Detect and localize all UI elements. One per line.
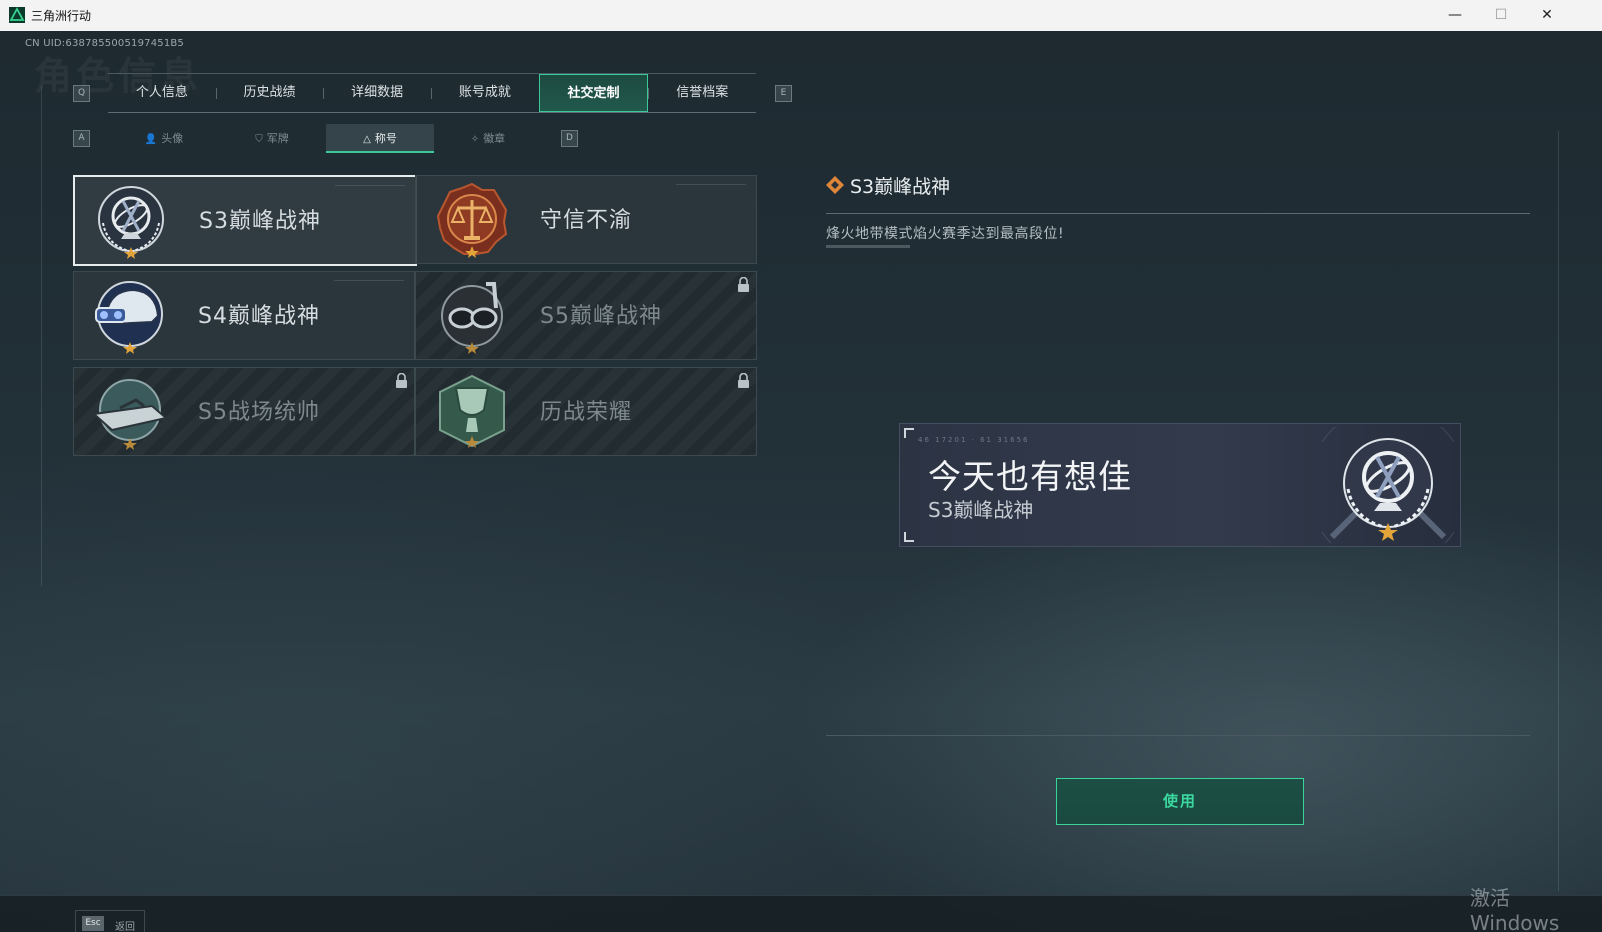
namecard-player-name: 今天也有想佳: [928, 457, 1132, 496]
title-card-s3-peak[interactable]: S3巅峰战神: [73, 175, 417, 266]
key-hint-e[interactable]: E: [775, 85, 792, 102]
armillary-badge-icon: [98, 186, 164, 259]
windows-activation-watermark: 激活 Windows: [1470, 886, 1560, 932]
card-decor: [676, 184, 746, 185]
subtab-dogtag[interactable]: ⛉ 军牌: [218, 124, 326, 153]
title-card-label: 守信不渝: [540, 208, 633, 233]
lock-icon: [738, 277, 749, 292]
card-decor: [334, 280, 404, 281]
minimize-button[interactable]: —: [1432, 0, 1478, 31]
esc-key-hint: Esc: [82, 916, 104, 931]
scales-badge-icon: [436, 182, 508, 258]
namecard-title: S3巅峰战神: [928, 498, 1034, 522]
person-icon: 👤: [144, 134, 158, 145]
tab-social-customization[interactable]: 社交定制: [538, 74, 649, 112]
game-viewport: 角色信息 CN UID:6387855005197451B5 Q 个人信息 历史…: [0, 31, 1602, 932]
sub-tab-bar: 👤 头像 ⛉ 军牌 △ 称号 ✧ 徽章: [110, 124, 542, 153]
tab-personal-info[interactable]: 个人信息: [108, 74, 216, 112]
decor-line: [41, 86, 42, 586]
tab-reputation[interactable]: 信誉档案: [648, 74, 756, 112]
trophy-badge-icon: [439, 374, 505, 448]
lock-icon: [396, 373, 407, 388]
subtab-label: 徽章: [483, 132, 506, 145]
subtab-title[interactable]: △ 称号: [326, 124, 434, 153]
subtab-avatar[interactable]: 👤 头像: [110, 124, 218, 153]
title-card-label: S4巅峰战神: [198, 304, 320, 329]
lock-icon: [738, 373, 749, 388]
main-tab-bar: 个人信息 历史战绩 详细数据 账号成就 社交定制 信誉档案: [108, 73, 756, 113]
back-button[interactable]: Esc 返回: [75, 910, 145, 932]
diving-mask-badge-icon: [441, 282, 503, 354]
tab-achievements[interactable]: 账号成就: [431, 74, 539, 112]
title-card-label: S5巅峰战神: [540, 304, 662, 329]
card-decor: [335, 185, 405, 186]
title-card-s5-commander[interactable]: S5战场统帅: [73, 367, 415, 456]
footer-bar: Esc 返回: [0, 895, 1602, 932]
close-button[interactable]: ✕: [1524, 0, 1570, 31]
title-card-keep-faith[interactable]: 守信不渝: [415, 175, 757, 264]
namecard-preview: 46 17201 · 61 31656 今天也有想佳 S3巅峰战神: [899, 423, 1461, 547]
decor-bar: [826, 245, 910, 248]
decor-line: [1558, 131, 1559, 891]
subtab-label: 头像: [161, 132, 184, 145]
divider: [826, 735, 1530, 736]
maximize-button[interactable]: ☐: [1478, 0, 1524, 31]
divider: [826, 213, 1530, 214]
helmet-badge-icon: [95, 281, 163, 354]
detail-title: S3巅峰战神: [850, 176, 951, 198]
window-title: 三角洲行动: [31, 9, 92, 23]
key-hint-a[interactable]: A: [73, 130, 90, 147]
diamond-icon: [826, 176, 844, 194]
window-titlebar: 三角洲行动 — ☐ ✕: [0, 0, 1602, 32]
use-button[interactable]: 使用: [1056, 778, 1304, 825]
triangle-icon: △: [363, 134, 371, 145]
namecard-code: 46 17201 · 61 31656: [918, 436, 1030, 444]
key-hint-q[interactable]: Q: [73, 85, 90, 102]
dogtag-icon: ⛉: [255, 134, 263, 145]
corner-bracket: [904, 532, 914, 542]
title-card-s4-peak[interactable]: S4巅峰战神: [73, 271, 415, 360]
subtab-emblem[interactable]: ✧ 徽章: [434, 124, 542, 153]
boat-badge-icon: [92, 379, 168, 450]
app-logo-icon: [9, 7, 25, 23]
tab-detailed-stats[interactable]: 详细数据: [323, 74, 431, 112]
back-label: 返回: [115, 922, 135, 932]
key-hint-d[interactable]: D: [561, 130, 578, 147]
emblem-icon: ✧: [470, 134, 480, 145]
uid-label: CN UID:6387855005197451B5: [25, 38, 184, 49]
tab-match-history[interactable]: 历史战绩: [215, 74, 324, 112]
subtab-label: 称号: [374, 132, 397, 145]
title-card-label: S5战场统帅: [198, 400, 320, 425]
corner-bracket: [904, 428, 914, 438]
detail-description: 烽火地带模式焰火赛季达到最高段位!: [826, 226, 1065, 242]
subtab-label: 军牌: [266, 132, 289, 145]
title-card-label: 历战荣耀: [540, 400, 633, 425]
title-card-battle-glory[interactable]: 历战荣耀: [415, 367, 757, 456]
armillary-badge-icon: [1322, 427, 1454, 543]
title-card-s5-peak[interactable]: S5巅峰战神: [415, 271, 757, 360]
title-card-label: S3巅峰战神: [199, 209, 321, 234]
